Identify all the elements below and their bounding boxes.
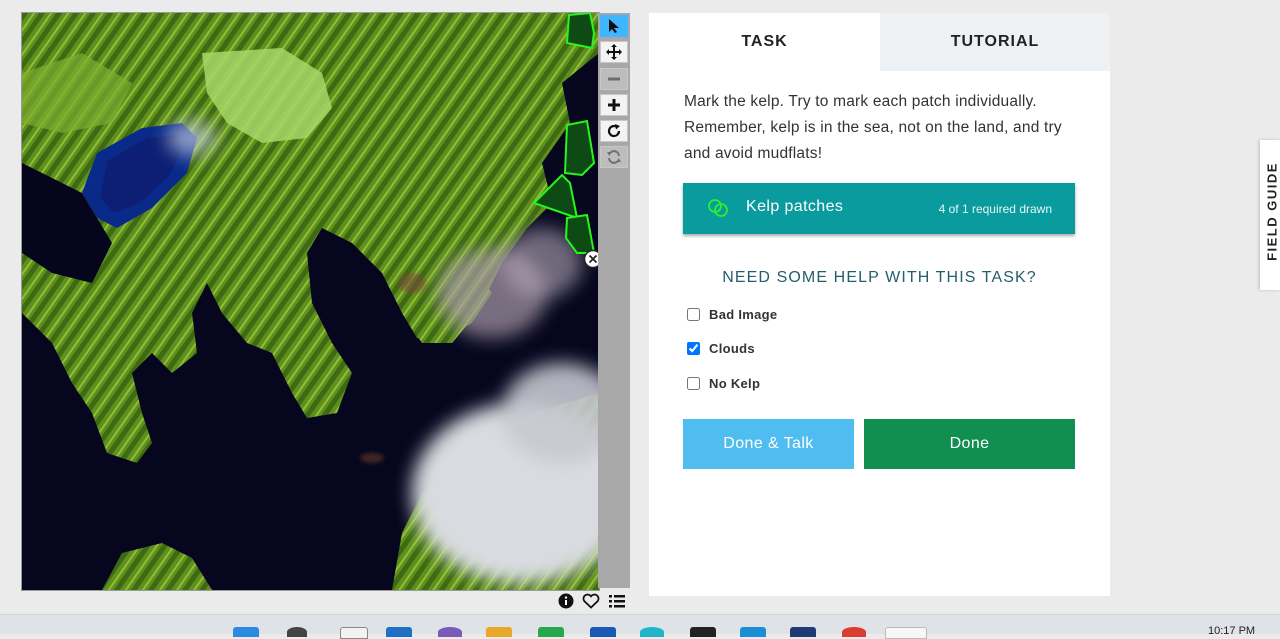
task-panel: TASK TUTORIAL Mark the kelp. Try to mark… xyxy=(649,13,1110,596)
browser-icon[interactable] xyxy=(640,627,664,637)
bad-image-checkbox[interactable] xyxy=(687,307,700,321)
bad-image-option[interactable]: Bad Image xyxy=(687,304,777,324)
no-kelp-option[interactable]: No Kelp xyxy=(687,373,760,393)
terminal-icon[interactable] xyxy=(690,627,716,637)
list-icon[interactable] xyxy=(608,593,626,609)
no-kelp-checkbox[interactable] xyxy=(687,376,700,390)
task-tabs: TASK TUTORIAL xyxy=(649,13,1110,71)
satellite-image xyxy=(22,13,599,590)
task-view-icon[interactable] xyxy=(386,627,412,637)
chrome-icon[interactable] xyxy=(842,627,866,637)
zoom-in-button[interactable] xyxy=(600,94,628,116)
app-icon[interactable] xyxy=(790,627,816,637)
no-kelp-label: No Kelp xyxy=(709,375,761,391)
os-taskbar: 10:17 PM xyxy=(0,614,1280,639)
minus-icon xyxy=(608,77,620,81)
rotate-button[interactable] xyxy=(600,120,628,142)
help-heading: NEED SOME HELP WITH THIS TASK? xyxy=(722,269,1037,286)
info-icon[interactable] xyxy=(558,593,574,609)
active-app-icon[interactable] xyxy=(885,627,927,639)
folder-icon[interactable] xyxy=(486,627,512,637)
heart-icon[interactable] xyxy=(582,593,600,609)
kelp-patches-tool[interactable]: Kelp patches 4 of 1 required drawn xyxy=(683,183,1075,234)
select-tool-button[interactable] xyxy=(600,15,628,37)
pan-tool-button[interactable] xyxy=(600,41,628,63)
tab-tutorial[interactable]: TUTORIAL xyxy=(880,13,1110,71)
taskbar-clock: 10:17 PM xyxy=(1208,625,1256,637)
done-button[interactable]: Done xyxy=(864,419,1075,469)
field-guide-tab[interactable]: FIELD GUIDE xyxy=(1260,140,1280,290)
file-icon[interactable] xyxy=(340,627,368,639)
chat-icon[interactable] xyxy=(438,627,462,637)
rotate-icon xyxy=(607,124,621,138)
tool-drawn-count: 4 of 1 required drawn xyxy=(938,202,1052,216)
viewer-footer-icons xyxy=(558,592,626,610)
zoom-out-button[interactable] xyxy=(600,68,628,90)
image-toolbar xyxy=(598,13,630,588)
cursor-arrow-icon xyxy=(609,19,619,33)
store-icon[interactable] xyxy=(590,627,616,637)
start-icon[interactable] xyxy=(233,627,259,637)
tool-label: Kelp patches xyxy=(746,198,844,215)
polygon-shapes-icon xyxy=(708,199,728,217)
search-icon[interactable] xyxy=(287,627,307,637)
satellite-image-viewer[interactable] xyxy=(21,12,600,591)
field-guide-label: FIELD GUIDE xyxy=(1264,162,1280,261)
bad-image-label: Bad Image xyxy=(709,306,778,322)
plus-icon xyxy=(608,99,620,111)
move-arrows-icon xyxy=(606,44,622,60)
clouds-label: Clouds xyxy=(709,340,755,356)
clouds-option[interactable]: Clouds xyxy=(687,338,755,358)
clouds-checkbox[interactable] xyxy=(687,341,700,355)
reset-button[interactable] xyxy=(600,146,628,168)
done-and-talk-button[interactable]: Done & Talk xyxy=(683,419,854,469)
spreadsheet-icon[interactable] xyxy=(538,627,564,637)
mail-icon[interactable] xyxy=(740,627,766,637)
refresh-icon xyxy=(607,150,621,164)
task-instructions: Mark the kelp. Try to mark each patch in… xyxy=(684,93,1062,162)
tab-task[interactable]: TASK xyxy=(649,13,880,71)
